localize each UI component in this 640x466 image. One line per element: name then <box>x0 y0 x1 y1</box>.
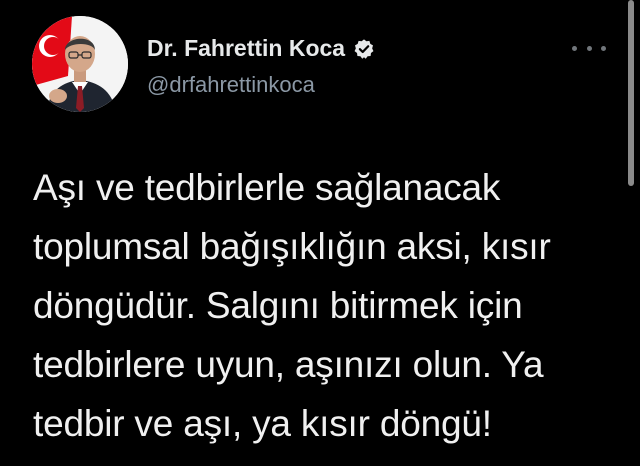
verified-badge-icon <box>354 38 374 59</box>
tweet-card: Dr. Fahrettin Koca @drfahrettinkoca Aşı … <box>0 0 640 466</box>
more-dot <box>572 45 577 51</box>
more-dot <box>601 45 606 51</box>
author-display-name[interactable]: Dr. Fahrettin Koca <box>147 35 375 62</box>
author-name-text[interactable]: Dr. Fahrettin Koca <box>147 35 345 62</box>
tweet-text-line: tedbirlere uyun, aşınızı olun. Ya <box>33 344 544 385</box>
tweet-text-line: Aşı ve tedbirlerle sağlanacak <box>33 167 501 208</box>
more-options-icon[interactable] <box>572 38 606 58</box>
tweet-text-line: tedbir ve aşı, ya kısır döngü! <box>33 403 492 444</box>
tweet-text: Aşı ve tedbirlerle sağlanacak toplumsal … <box>33 158 603 453</box>
more-dot <box>586 45 592 51</box>
tweet-text-line: toplumsal bağışıklığın aksi, kısır <box>33 226 551 267</box>
tweet-text-line: döngüdür. Salgını bitirmek için <box>33 285 523 326</box>
avatar[interactable] <box>32 16 128 112</box>
scrollbar[interactable] <box>628 0 634 186</box>
author-handle[interactable]: @drfahrettinkoca <box>147 72 315 98</box>
profile-photo-icon <box>32 16 128 112</box>
